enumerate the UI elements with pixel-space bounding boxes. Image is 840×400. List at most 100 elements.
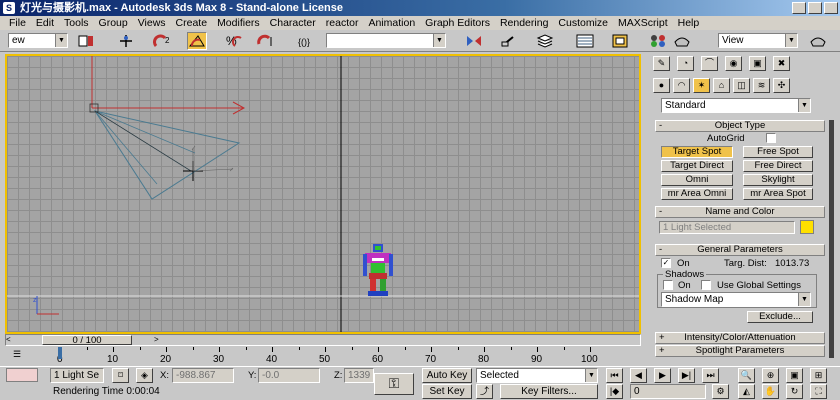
time-configuration-icon[interactable]: ⚙ [712, 384, 729, 399]
previous-frame-button-icon[interactable]: ◀ [630, 368, 647, 383]
menu-tools[interactable]: Tools [59, 16, 94, 30]
auto-key-button[interactable]: Auto Key [422, 368, 472, 383]
render-type-dropdown[interactable]: View ▼ [718, 33, 798, 48]
key-mode-dropdown[interactable]: Selected ▼ [476, 368, 598, 383]
zoom-extents-icon[interactable]: ▣ [786, 368, 803, 383]
key-mode-toggle-icon[interactable]: |◆ [606, 384, 623, 399]
current-frame-field[interactable]: 0 [630, 384, 706, 399]
menu-maxscript[interactable]: MAXScript [613, 16, 673, 30]
chevron-down-icon[interactable]: ▼ [55, 34, 67, 47]
absolute-mode-icon[interactable]: ◈ [136, 368, 153, 383]
target-direct-button[interactable]: Target Direct [661, 160, 733, 172]
maximize-button[interactable] [808, 2, 822, 14]
light-category-dropdown[interactable]: Standard ▼ [661, 98, 811, 113]
select-by-name-icon[interactable] [76, 32, 96, 50]
menu-reactor[interactable]: reactor [321, 16, 364, 30]
hierarchy-tab-icon[interactable]: ⌒ [701, 56, 718, 71]
material-editor-icon[interactable] [648, 32, 668, 50]
selection-filter-dropdown[interactable]: ew ▼ [8, 33, 68, 48]
menu-group[interactable]: Group [94, 16, 133, 30]
mr-area-omni-button[interactable]: mr Area Omni [661, 188, 733, 200]
omni-button[interactable]: Omni [661, 174, 733, 186]
menu-animation[interactable]: Animation [363, 16, 420, 30]
time-slider[interactable]: 0 / 100 < > [5, 334, 641, 346]
go-to-end-icon[interactable]: ⏭ [702, 368, 719, 383]
menu-help[interactable]: Help [673, 16, 705, 30]
spotlight-parameters-rollout-header[interactable]: + Spotlight Parameters [655, 345, 825, 357]
chevron-down-icon[interactable]: ▼ [785, 34, 797, 47]
mini-curve-editor-icon[interactable]: ☰ [13, 349, 35, 363]
free-spot-button[interactable]: Free Spot [743, 146, 813, 158]
maximize-viewport-icon[interactable]: ⛶ [810, 384, 827, 399]
pan-icon[interactable]: ✋ [762, 384, 779, 399]
object-name-field[interactable]: 1 Light Selected [659, 221, 795, 234]
motion-tab-icon[interactable]: ◉ [725, 56, 742, 71]
modify-tab-icon[interactable]: ◔ [677, 56, 694, 71]
chevron-down-icon[interactable]: ▼ [798, 293, 810, 306]
space-warps-icon[interactable]: ≋ [753, 78, 770, 93]
close-button[interactable] [824, 2, 838, 14]
minimize-button[interactable] [792, 2, 806, 14]
cameras-icon[interactable]: ⌂ [713, 78, 730, 93]
perspective-viewport[interactable]: z [5, 54, 641, 334]
menu-graph-editors[interactable]: Graph Editors [420, 16, 495, 30]
utilities-tab-icon[interactable]: ✖ [773, 56, 790, 71]
menu-rendering[interactable]: Rendering [495, 16, 553, 30]
chevron-down-icon[interactable]: ▼ [798, 99, 810, 112]
layer-manager-icon[interactable] [535, 32, 555, 50]
shadow-on-checkbox[interactable] [663, 280, 673, 290]
app-icon[interactable]: S [3, 2, 15, 14]
y-coordinate-field[interactable]: -0.0 [258, 368, 320, 383]
edit-named-selection-icon[interactable]: {()} [296, 32, 316, 50]
previous-frame-icon[interactable]: < [6, 335, 16, 345]
angle-snap-icon[interactable] [187, 32, 207, 50]
use-global-settings-checkbox[interactable] [701, 280, 711, 290]
next-frame-icon[interactable]: > [154, 335, 164, 345]
chevron-down-icon[interactable]: ▼ [433, 34, 445, 47]
next-frame-button-icon[interactable]: ▶| [678, 368, 695, 383]
key-icon[interactable]: ⚿ [374, 373, 414, 395]
select-and-move-icon[interactable] [116, 32, 136, 50]
x-coordinate-field[interactable]: -988.867 [172, 368, 234, 383]
play-icon[interactable]: ▶ [654, 368, 671, 383]
menu-views[interactable]: Views [133, 16, 171, 30]
key-filters-button[interactable]: Key Filters... [500, 384, 598, 399]
zoom-extents-all-icon[interactable]: ⊞ [810, 368, 827, 383]
lights-icon[interactable]: ✶ [693, 78, 710, 93]
shadow-type-dropdown[interactable]: Shadow Map ▼ [661, 292, 811, 307]
named-selection-dropdown[interactable]: ▼ [326, 33, 446, 48]
target-spot-button[interactable]: Target Spot [661, 146, 733, 158]
intensity-rollout-header[interactable]: + Intensity/Color/Attenuation [655, 332, 825, 344]
default-tangent-icon[interactable]: ⤴ [476, 384, 493, 399]
menu-modifiers[interactable]: Modifiers [212, 16, 265, 30]
create-tab-icon[interactable]: ✎ [653, 56, 670, 71]
menu-file[interactable]: File [4, 16, 31, 30]
autogrid-checkbox[interactable] [766, 133, 776, 143]
systems-icon[interactable]: ✣ [773, 78, 790, 93]
helpers-icon[interactable]: ◫ [733, 78, 750, 93]
track-bar[interactable]: ☰ 0 10 20 30 40 50 60 70 80 90 100 [5, 347, 641, 367]
free-direct-button[interactable]: Free Direct [743, 160, 813, 172]
z-coordinate-field[interactable]: 1339 [344, 368, 374, 383]
render-scene-icon[interactable] [672, 32, 692, 50]
set-key-button[interactable]: Set Key [422, 384, 472, 399]
name-color-rollout-header[interactable]: - Name and Color [655, 206, 825, 218]
spot-light-gizmo[interactable] [89, 56, 246, 200]
light-on-checkbox[interactable]: ✓ [661, 258, 671, 268]
mirror-icon[interactable] [464, 32, 484, 50]
maxscript-listener-box[interactable] [6, 368, 38, 382]
go-to-start-icon[interactable]: ⏮ [606, 368, 623, 383]
menu-customize[interactable]: Customize [553, 16, 613, 30]
align-icon[interactable] [498, 32, 518, 50]
menu-create[interactable]: Create [171, 16, 213, 30]
skylight-button[interactable]: Skylight [743, 174, 813, 186]
percent-snap-icon[interactable]: % [224, 32, 244, 50]
curve-editor-icon[interactable] [575, 32, 595, 50]
snap-toggle-icon[interactable]: 2 [152, 32, 172, 50]
mr-area-spot-button[interactable]: mr Area Spot [743, 188, 813, 200]
exclude-button[interactable]: Exclude... [747, 311, 813, 323]
geometry-icon[interactable]: ● [653, 78, 670, 93]
object-color-swatch[interactable] [800, 220, 814, 234]
menu-character[interactable]: Character [265, 16, 321, 30]
time-slider-thumb[interactable]: 0 / 100 [42, 335, 132, 345]
